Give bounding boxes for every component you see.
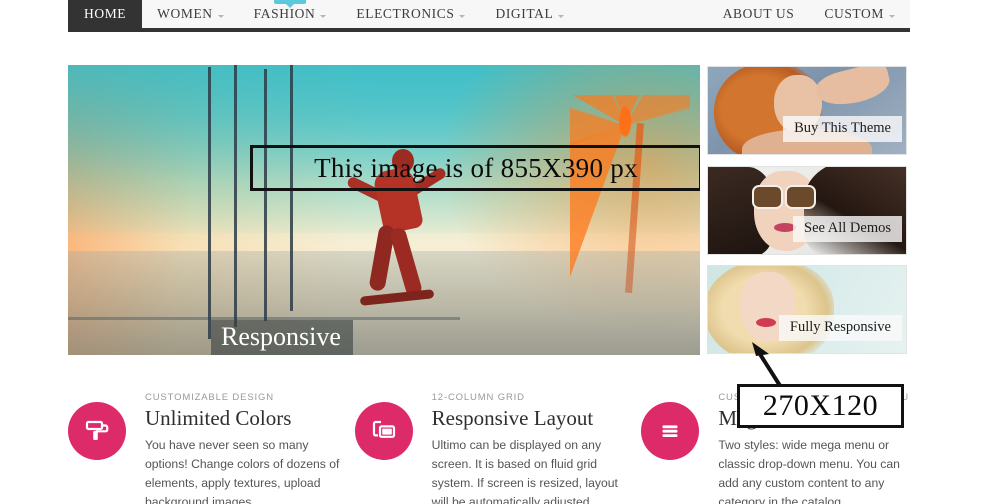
slider-size-annotation-text: This image is of 855X390 px xyxy=(314,152,638,183)
banner-label: Buy This Theme xyxy=(783,116,902,142)
hamburger-menu-icon xyxy=(641,402,700,460)
sunglasses-icon xyxy=(752,185,822,209)
banner-buy-this-theme[interactable]: Buy This Theme xyxy=(707,66,907,155)
feature-title: Unlimited Colors xyxy=(145,406,292,430)
slide-lamp-post xyxy=(208,67,211,339)
paint-roller-icon xyxy=(68,402,126,460)
slide-image xyxy=(68,65,700,355)
nav-item-home[interactable]: HOME xyxy=(68,0,143,28)
nav-item-about-us[interactable]: ABOUT US xyxy=(708,0,810,28)
responsive-devices-icon xyxy=(354,402,413,460)
nav-item-label: DIGITAL xyxy=(495,6,554,21)
chevron-down-icon xyxy=(459,14,466,18)
nav-item-label: WOMEN xyxy=(157,6,213,21)
nav-item-digital[interactable]: DIGITAL xyxy=(480,0,579,28)
nav-item-electronics[interactable]: ELECTRONICS xyxy=(341,0,480,28)
feature-kicker: 12-COLUMN GRID xyxy=(431,392,525,403)
feature-text: You have never seen so many options! Cha… xyxy=(145,438,340,504)
chevron-down-icon xyxy=(889,14,895,18)
nav-item-label: FASHION xyxy=(253,6,316,21)
slide-lamp-post xyxy=(264,69,267,321)
nav-left-group: HOME WOMEN NEW FASHION ELECTRONICS DIGIT… xyxy=(68,0,579,28)
chevron-down-icon xyxy=(558,14,565,18)
new-badge: NEW xyxy=(274,0,306,8)
feature-responsive-layout: 12-COLUMN GRID Responsive Layout Ultimo … xyxy=(354,392,642,504)
banner-see-all-demos[interactable]: See All Demos xyxy=(707,166,907,255)
feature-kicker: CUSTOMIZABLE DESIGN xyxy=(145,392,274,403)
nav-item-label: CUSTOM xyxy=(824,6,884,21)
feature-unlimited-colors: CUSTOMIZABLE DESIGN Unlimited Colors You… xyxy=(68,392,355,504)
chevron-down-icon xyxy=(217,14,224,18)
banner-label: See All Demos xyxy=(793,216,902,242)
feature-text: Two styles: wide mega menu or classic dr… xyxy=(718,438,900,504)
nav-item-label: HOME xyxy=(84,6,127,21)
banner-size-annotation: 270X120 xyxy=(737,384,904,428)
page-root: HOME WOMEN NEW FASHION ELECTRONICS DIGIT… xyxy=(0,0,999,504)
main-navigation: HOME WOMEN NEW FASHION ELECTRONICS DIGIT… xyxy=(68,0,910,32)
nav-item-women[interactable]: WOMEN xyxy=(142,0,239,28)
hero-slider[interactable]: This image is of 855X390 px Responsive T… xyxy=(68,65,700,355)
feature-text: Ultimo can be displayed on any screen. I… xyxy=(431,438,618,504)
feature-body: 12-COLUMN GRID Responsive Layout Ultimo … xyxy=(432,392,628,504)
nav-right-group: ABOUT US CUSTOM xyxy=(708,0,910,28)
nav-item-custom[interactable]: CUSTOM xyxy=(809,0,910,28)
nav-item-label: ELECTRONICS xyxy=(356,6,455,21)
banner-label: Fully Responsive xyxy=(778,315,902,341)
nav-item-fashion[interactable]: NEW FASHION xyxy=(239,0,342,28)
feature-body: CUSTOMIZABLE DESIGN Unlimited Colors You… xyxy=(145,392,341,504)
feature-title: Responsive Layout xyxy=(431,406,594,430)
chevron-down-icon xyxy=(320,14,327,18)
slider-size-annotation: This image is of 855X390 px xyxy=(250,145,700,191)
banner-fully-responsive[interactable]: Fully Responsive xyxy=(707,265,907,354)
slide-lamp-post xyxy=(234,65,237,327)
banner-size-annotation-text: 270X120 xyxy=(762,389,879,422)
nav-item-label: ABOUT US xyxy=(722,6,795,21)
slide-caption-title: Responsive xyxy=(211,320,353,355)
